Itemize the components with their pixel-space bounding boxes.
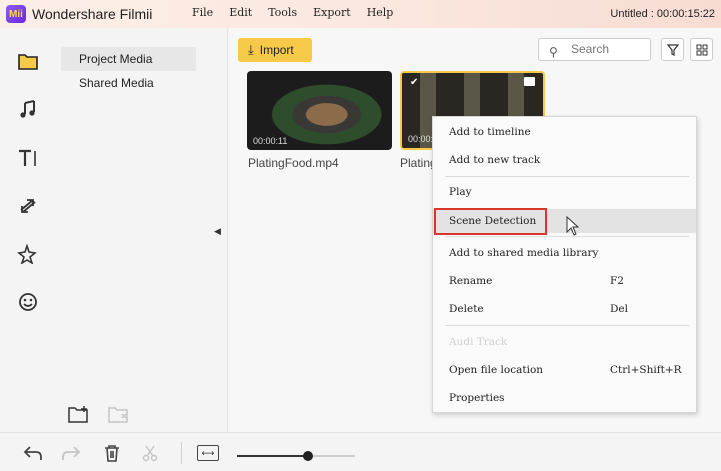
menu-delete[interactable]: Delete Del <box>433 297 696 321</box>
context-menu: Add to timeline Add to new track Play Sc… <box>432 116 697 413</box>
menu-tools[interactable]: Tools <box>268 6 297 19</box>
media-thumbnail[interactable]: 00:00:11 <box>247 71 392 150</box>
trash-icon[interactable] <box>101 444 123 464</box>
menu-separator <box>445 236 689 237</box>
selected-check-icon: ✔ <box>410 77 419 88</box>
menu-properties[interactable]: Properties <box>433 386 696 410</box>
zoom-slider-knob[interactable] <box>302 451 313 461</box>
icon-rail <box>0 28 56 432</box>
menu-open-file-location[interactable]: Open file location Ctrl+Shift+R <box>433 358 696 382</box>
new-folder-icon[interactable] <box>68 405 90 423</box>
menu-export[interactable]: Export <box>313 6 351 19</box>
redo-icon <box>60 444 82 464</box>
menu-separator <box>445 176 689 177</box>
app-name: Wondershare Filmii <box>32 6 153 22</box>
toolbar-divider <box>181 442 182 464</box>
menu-play[interactable]: Play <box>433 180 696 204</box>
music-note-icon[interactable] <box>16 98 40 122</box>
menu-bar: File Edit Tools Export Help <box>192 6 409 19</box>
grid-icon <box>696 44 707 55</box>
filter-button[interactable] <box>661 38 684 61</box>
text-icon[interactable] <box>16 146 40 170</box>
menu-audio-track: Audi Track <box>449 336 508 348</box>
timecode: 00:00:15:22 <box>656 8 715 20</box>
project-info: Untitled : 00:00:15:22 <box>610 8 715 20</box>
effects-sparkle-icon[interactable] <box>16 242 40 266</box>
menu-add-to-timeline[interactable]: Add to timeline <box>433 120 696 144</box>
nav-project-media[interactable]: Project Media <box>61 47 196 71</box>
split-scissors-icon <box>139 444 161 464</box>
zoom-to-fit-icon[interactable]: ⟷ <box>197 445 219 461</box>
folder-badge-icon <box>524 77 535 86</box>
project-name: Untitled : <box>610 8 654 20</box>
menu-file[interactable]: File <box>192 6 213 19</box>
delete-folder-icon <box>108 405 130 423</box>
filter-icon <box>666 43 679 56</box>
undo-icon[interactable] <box>22 444 44 464</box>
title-bar: Mii Wondershare Filmii File Edit Tools E… <box>0 0 721 28</box>
collapse-panel-icon[interactable]: ◀ <box>214 226 221 237</box>
media-duration: 00:00:11 <box>253 136 288 146</box>
search-icon: ⚲ <box>549 45 558 59</box>
import-label: Import <box>259 43 294 57</box>
menu-edit[interactable]: Edit <box>229 6 252 19</box>
zoom-slider-fill <box>237 455 308 457</box>
media-duration: 00:00: <box>408 134 434 144</box>
media-library-panel: Project Media Shared Media <box>56 28 228 432</box>
import-button[interactable]: ⤓ Import <box>238 38 312 62</box>
nav-shared-media[interactable]: Shared Media <box>61 71 196 95</box>
highlight-annotation-box <box>434 208 547 235</box>
grid-view-button[interactable] <box>690 38 713 61</box>
app-logo: Mii <box>6 5 26 23</box>
media-filename: PlatingFood.mp4 <box>248 156 339 170</box>
mouse-cursor-icon <box>566 216 580 236</box>
sticker-smiley-icon[interactable] <box>16 290 40 314</box>
search-box[interactable]: ⚲ <box>538 38 651 61</box>
menu-separator <box>445 325 689 326</box>
download-icon: ⤓ <box>248 42 254 57</box>
transition-icon[interactable] <box>16 194 40 218</box>
menu-add-to-new-track[interactable]: Add to new track <box>433 148 696 172</box>
menu-help[interactable]: Help <box>367 6 394 19</box>
menu-rename[interactable]: Rename F2 <box>433 269 696 293</box>
menu-add-to-shared-library[interactable]: Add to shared media library <box>433 241 696 265</box>
folder-icon[interactable] <box>16 49 40 73</box>
search-input[interactable] <box>571 42 646 56</box>
